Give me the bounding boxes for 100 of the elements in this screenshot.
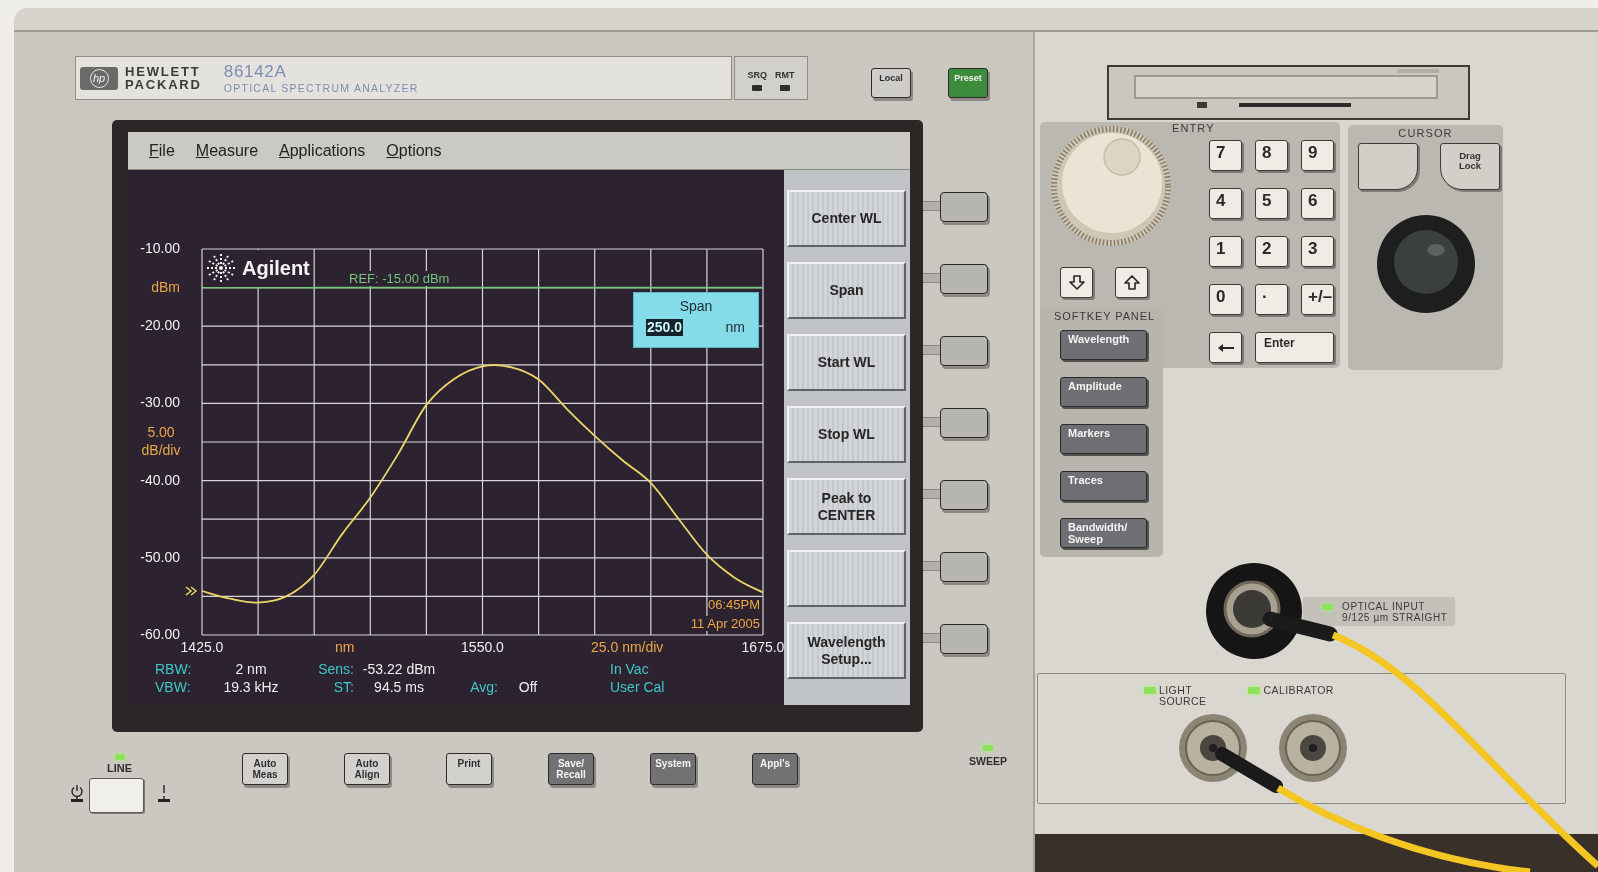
- section-title: SOFTKEY PANEL: [1054, 310, 1156, 322]
- panel-button[interactable]: Preset: [948, 68, 988, 98]
- softkey[interactable]: Center WL: [787, 190, 906, 247]
- standby-symbol-icon: [69, 784, 85, 803]
- brand-name: HEWLETT: [125, 65, 202, 78]
- y-axis-label: -10.00: [139, 240, 180, 256]
- panel-button[interactable]: Save/ Recall: [548, 753, 594, 785]
- cursor-key[interactable]: Drag Lock: [1440, 143, 1500, 190]
- calibration-status: In Vac: [610, 660, 649, 678]
- y-axis-label: -50.00: [139, 548, 180, 565]
- cursor-key[interactable]: [1358, 143, 1418, 190]
- brand-name: PACKARD: [125, 78, 202, 91]
- arrow-key[interactable]: [1060, 267, 1093, 298]
- status-label: RBW:: [155, 660, 192, 678]
- menu-key[interactable]: Bandwidth/ Sweep: [1060, 518, 1147, 548]
- softkey[interactable]: Start WL: [787, 334, 906, 391]
- indicator-label: RMT: [775, 70, 795, 80]
- side-key-button[interactable]: [940, 408, 988, 438]
- menu-key[interactable]: Traces: [1060, 471, 1147, 501]
- side-key-button[interactable]: [940, 264, 988, 294]
- panel-button[interactable]: Auto Meas: [242, 753, 288, 785]
- backspace-key[interactable]: [1209, 332, 1242, 363]
- menu-item[interactable]: File: [149, 141, 175, 160]
- y-axis-unit: dBm: [150, 279, 180, 295]
- keypad-key[interactable]: 3: [1301, 236, 1334, 267]
- fiber-connector-port: [1179, 714, 1247, 782]
- status-value: -53.22 dBm: [362, 660, 436, 678]
- x-axis-label: 1550.0: [461, 639, 504, 655]
- softkey[interactable]: Peak to CENTER: [787, 478, 906, 535]
- dialog-title: Span: [679, 298, 713, 315]
- panel-button[interactable]: Auto Align: [344, 753, 390, 785]
- menu-key[interactable]: Amplitude: [1060, 377, 1147, 407]
- side-key-button[interactable]: [940, 336, 988, 366]
- y-scale-value: 5.00: [146, 424, 176, 440]
- logo-text: Agilent: [242, 258, 310, 279]
- power-switch[interactable]: [89, 778, 144, 813]
- y-scale-unit: dB/div: [140, 442, 182, 458]
- starburst-icon: [206, 253, 236, 284]
- keypad-key[interactable]: 2: [1255, 236, 1288, 267]
- softkey[interactable]: Span: [787, 262, 906, 319]
- side-key-button[interactable]: [940, 480, 988, 510]
- menu-item[interactable]: Measure: [195, 141, 259, 160]
- keypad-key[interactable]: +/–: [1301, 284, 1334, 315]
- menu-key[interactable]: Wavelength: [1060, 330, 1147, 360]
- side-key-button[interactable]: [940, 192, 988, 222]
- x-scale-label: 25.0 nm/div: [591, 639, 664, 655]
- softkey[interactable]: Stop WL: [787, 406, 906, 463]
- keypad-key[interactable]: ·: [1255, 284, 1288, 315]
- status-value: 19.3 kHz: [223, 678, 279, 696]
- keypad-key[interactable]: 0: [1209, 284, 1242, 315]
- x-axis-label: 1675.0: [741, 639, 785, 655]
- menu-item[interactable]: Options: [386, 141, 442, 160]
- panel-button[interactable]: Appl's: [752, 753, 798, 785]
- key-leader-mark: [923, 561, 940, 571]
- panel-button[interactable]: System: [650, 753, 696, 785]
- down-arrow-icon: [1068, 275, 1085, 290]
- panel-button[interactable]: Local: [871, 68, 911, 98]
- rotary-knob[interactable]: [1050, 125, 1172, 247]
- span-value-field[interactable]: 250.0: [646, 319, 684, 336]
- keypad-key[interactable]: 1: [1209, 236, 1242, 267]
- fiber-connector-port: [1279, 714, 1347, 782]
- side-key-button[interactable]: [940, 552, 988, 582]
- clock-time: 06:45PM: [707, 597, 760, 612]
- softkey[interactable]: Wavelength Setup...: [787, 622, 906, 679]
- keypad-key[interactable]: 7: [1209, 140, 1242, 171]
- x-axis-unit: nm: [335, 639, 355, 655]
- double-chevron-icon: [185, 586, 198, 596]
- status-label: VBW:: [155, 678, 191, 696]
- calibration-status: User Cal: [610, 678, 665, 696]
- keypad-key[interactable]: 4: [1209, 188, 1242, 219]
- status-label: Sens:: [318, 660, 354, 678]
- status-label: Avg:: [470, 678, 498, 696]
- panel-button[interactable]: Print: [446, 753, 492, 785]
- keypad-key[interactable]: 9: [1301, 140, 1334, 171]
- status-label: ST:: [333, 678, 354, 696]
- section-title: CURSOR: [1398, 127, 1453, 139]
- blank-softkey[interactable]: [787, 550, 906, 607]
- y-axis-label: -30.00: [139, 394, 180, 411]
- keypad-key[interactable]: 5: [1255, 188, 1288, 219]
- key-leader-mark: [923, 345, 940, 355]
- menu-key[interactable]: Markers: [1060, 424, 1147, 454]
- key-leader-mark: [923, 273, 940, 283]
- status-value: 94.5 ms: [374, 678, 424, 696]
- product-name: OPTICAL SPECTRUM ANALYZER: [223, 81, 419, 94]
- arrow-key[interactable]: [1115, 267, 1148, 298]
- key-leader-mark: [923, 489, 940, 499]
- keypad-key[interactable]: 8: [1255, 140, 1288, 171]
- on-symbol-icon: [158, 784, 170, 803]
- menu-item[interactable]: Applications: [279, 141, 366, 160]
- side-key-button[interactable]: [940, 624, 988, 654]
- keypad-key[interactable]: 6: [1301, 188, 1334, 219]
- left-arrow-icon: [1217, 343, 1234, 352]
- section-title: ENTRY: [1172, 122, 1216, 134]
- key-leader-mark: [923, 201, 940, 211]
- output-label: LIGHT SOURCE: [1159, 685, 1207, 707]
- enter-key[interactable]: Enter: [1255, 332, 1334, 363]
- indicator-label: SRQ: [747, 70, 767, 80]
- key-leader-mark: [923, 633, 940, 643]
- trackball[interactable]: [1376, 215, 1475, 313]
- output-label: CALIBRATOR: [1263, 685, 1334, 696]
